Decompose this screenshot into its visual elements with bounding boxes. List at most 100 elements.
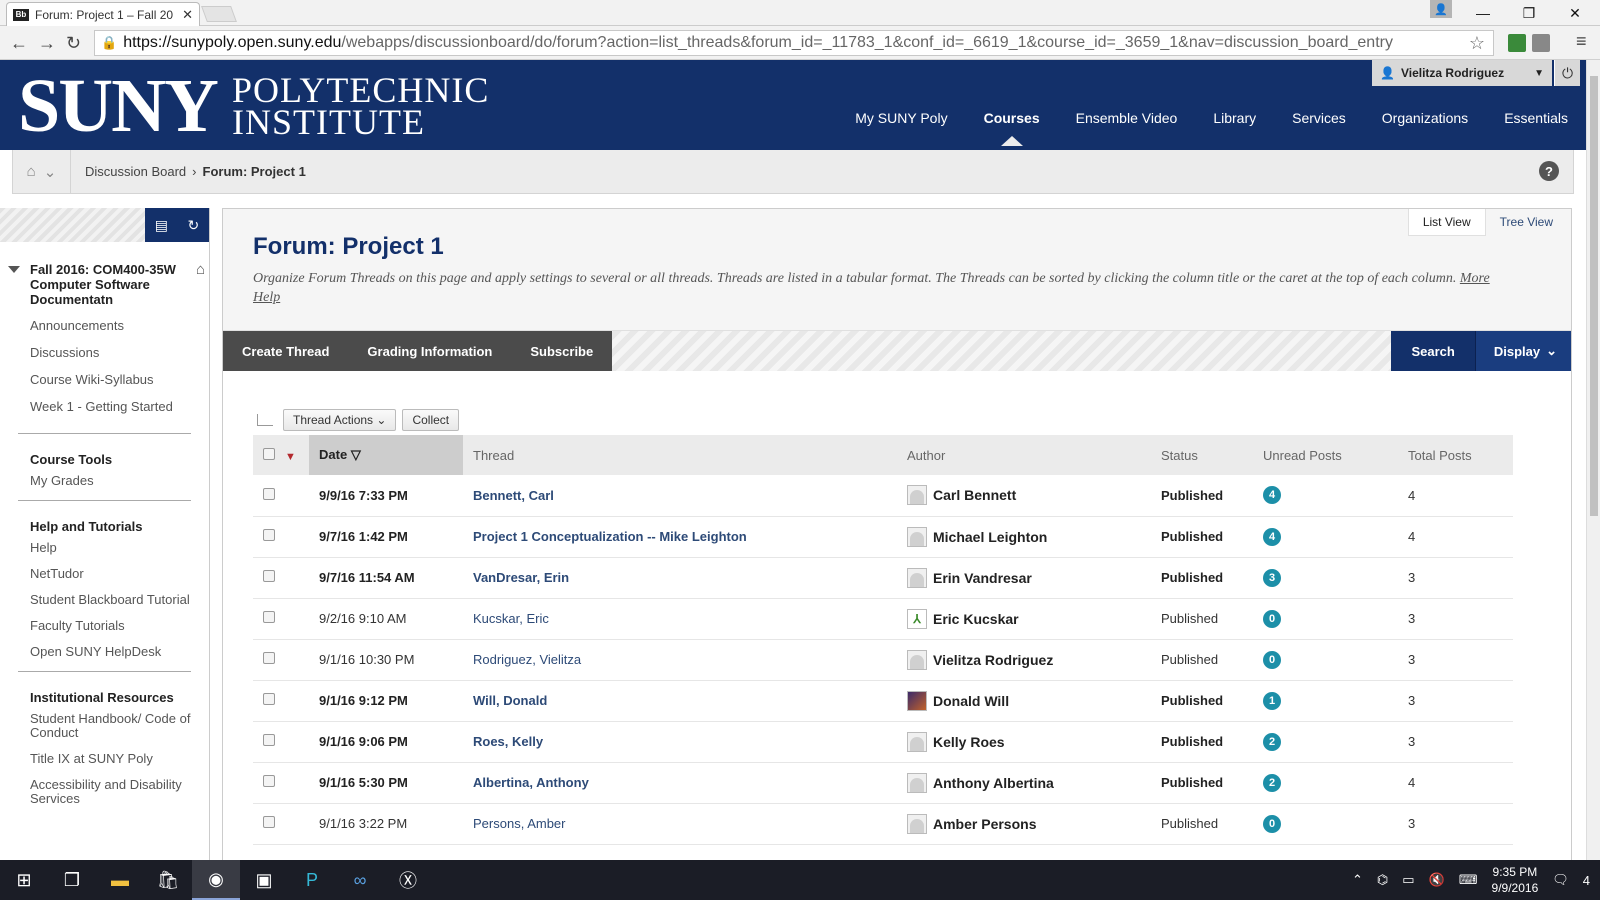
xbox-icon[interactable]: Ⓧ — [384, 860, 432, 900]
flag-header[interactable]: ▼ — [281, 435, 309, 475]
task-view-icon[interactable]: ❐ — [48, 860, 96, 900]
collapse-triangle-icon[interactable] — [8, 266, 20, 273]
row-checkbox[interactable] — [263, 652, 275, 664]
unread-badge[interactable]: 2 — [1263, 732, 1281, 751]
row-thread-link[interactable]: Will, Donald — [463, 680, 897, 722]
row-thread-link[interactable]: Persons, Amber — [463, 803, 897, 845]
row-thread-link[interactable]: Bennett, Carl — [463, 475, 897, 517]
tab-tree-view[interactable]: Tree View — [1486, 209, 1567, 236]
network-icon[interactable]: ⌬ — [1377, 872, 1388, 888]
visual-studio-icon[interactable]: ∞ — [336, 860, 384, 900]
course-home-icon[interactable]: ⌂ — [196, 262, 205, 277]
breadcrumb-discussion-board[interactable]: Discussion Board — [85, 164, 186, 179]
profile-icon[interactable]: 👤 — [1430, 0, 1452, 18]
suny-logo[interactable]: SUNY — [18, 68, 219, 144]
folder-view-icon[interactable]: ▤ — [155, 217, 168, 234]
thread-column-header[interactable]: Thread — [463, 435, 897, 475]
logout-power-icon[interactable]: ⏻ — [1554, 60, 1580, 86]
status-column-header[interactable]: Status — [1151, 435, 1253, 475]
chevron-down-circle-icon[interactable]: ⌄ — [44, 163, 57, 181]
sidebar-item-week-1[interactable]: Week 1 - Getting Started — [30, 400, 209, 427]
row-thread-link[interactable]: Roes, Kelly — [463, 721, 897, 763]
row-checkbox[interactable] — [263, 487, 275, 500]
nav-organizations[interactable]: Organizations — [1364, 110, 1486, 126]
file-explorer-icon[interactable]: ▬ — [96, 860, 144, 900]
volume-mute-icon[interactable]: 🔇 — [1429, 872, 1445, 888]
thread-actions-button[interactable]: Thread Actions ⌄ — [283, 409, 397, 431]
extension-icon[interactable] — [1508, 34, 1526, 52]
nav-library[interactable]: Library — [1195, 110, 1274, 126]
bookmark-star-icon[interactable]: ☆ — [1469, 33, 1485, 54]
pandora-icon[interactable]: P — [288, 860, 336, 900]
unread-badge[interactable]: 4 — [1263, 486, 1281, 505]
sidebar-item-help[interactable]: Help — [30, 541, 209, 555]
collect-button[interactable]: Collect — [402, 409, 460, 431]
new-tab-button[interactable] — [201, 6, 237, 22]
scrollbar-thumb[interactable] — [1590, 76, 1598, 516]
battery-icon[interactable]: ▭ — [1402, 872, 1414, 888]
app-icon[interactable]: ▣ — [240, 860, 288, 900]
row-thread-link[interactable]: VanDresar, Erin — [463, 557, 897, 599]
nav-my-suny-poly[interactable]: My SUNY Poly — [837, 110, 965, 126]
sidebar-heading-institutional[interactable]: Institutional Resources — [0, 672, 209, 710]
row-checkbox[interactable] — [263, 529, 275, 541]
grading-information-button[interactable]: Grading Information — [348, 344, 511, 359]
unread-badge[interactable]: 3 — [1263, 568, 1281, 587]
breadcrumb-home[interactable]: ⌂ ⌄ — [13, 150, 71, 193]
windows-start-icon[interactable]: ⊞ — [0, 860, 48, 900]
sidebar-item-course-wiki-syllabus[interactable]: Course Wiki-Syllabus — [30, 373, 209, 400]
chrome-icon[interactable]: ◉ — [192, 860, 240, 900]
row-checkbox[interactable] — [263, 611, 275, 623]
restore-icon[interactable]: ❐ — [1506, 0, 1552, 26]
unread-badge[interactable]: 4 — [1263, 527, 1281, 546]
sidebar-item-student-handbook[interactable]: Student Handbook/ Code of Conduct — [30, 712, 209, 740]
url-input[interactable]: 🔒 https://sunypoly.open.suny.edu/webapps… — [94, 30, 1494, 56]
keyboard-icon[interactable]: ⌨ — [1459, 872, 1478, 888]
page-scrollbar[interactable] — [1586, 60, 1600, 860]
clock[interactable]: 9:35 PM 9/9/2016 — [1492, 864, 1539, 896]
menu-icon[interactable]: ≡ — [1576, 32, 1587, 50]
course-title[interactable]: Fall 2016: COM400-35W Computer Software … — [0, 242, 209, 307]
nav-ensemble-video[interactable]: Ensemble Video — [1058, 110, 1196, 126]
row-checkbox[interactable] — [263, 775, 275, 787]
forward-icon[interactable]: → — [38, 34, 56, 52]
browser-tab[interactable]: Bb Forum: Project 1 – Fall 20 ✕ — [6, 2, 200, 26]
sidebar-item-helpdesk[interactable]: Open SUNY HelpDesk — [30, 645, 209, 659]
user-menu[interactable]: 👤 Vielitza Rodriguez ▼ — [1372, 60, 1552, 86]
search-button[interactable]: Search — [1391, 331, 1475, 371]
help-icon[interactable]: ? — [1539, 161, 1559, 181]
row-checkbox[interactable] — [263, 693, 275, 705]
unread-badge[interactable]: 0 — [1263, 650, 1281, 669]
unread-badge[interactable]: 2 — [1263, 773, 1281, 792]
unread-badge[interactable]: 0 — [1263, 814, 1281, 833]
row-checkbox[interactable] — [263, 570, 275, 582]
nav-courses[interactable]: Courses — [966, 110, 1058, 146]
store-icon[interactable]: 🛍 — [144, 860, 192, 900]
close-tab-icon[interactable]: ✕ — [182, 7, 193, 23]
nav-services[interactable]: Services — [1274, 110, 1364, 126]
row-checkbox[interactable] — [263, 734, 275, 746]
sidebar-item-accessibility[interactable]: Accessibility and Disability Services — [30, 778, 209, 806]
extension-2-icon[interactable] — [1532, 34, 1550, 52]
refresh-icon[interactable]: ↻ — [188, 217, 200, 234]
home-icon[interactable]: ⌂ — [27, 163, 36, 180]
reload-icon[interactable]: ↻ — [66, 34, 81, 52]
sidebar-item-my-grades[interactable]: My Grades — [30, 474, 209, 488]
row-thread-link[interactable]: Albertina, Anthony — [463, 762, 897, 804]
close-window-icon[interactable]: ✕ — [1552, 0, 1598, 26]
sidebar-item-announcements[interactable]: Announcements — [30, 319, 209, 346]
sidebar-item-discussions[interactable]: Discussions — [30, 346, 209, 373]
unread-badge[interactable]: 1 — [1263, 691, 1281, 710]
display-button[interactable]: Display ⌄ — [1474, 331, 1571, 371]
chevron-up-icon[interactable]: ⌃ — [1352, 872, 1363, 888]
sidebar-item-student-bb-tutorial[interactable]: Student Blackboard Tutorial — [30, 593, 209, 607]
row-thread-link[interactable]: Project 1 Conceptualization -- Mike Leig… — [463, 516, 897, 558]
minimize-icon[interactable]: — — [1460, 0, 1506, 26]
notifications-icon[interactable]: 🗨 — [1552, 872, 1569, 888]
sidebar-item-title-ix[interactable]: Title IX at SUNY Poly — [30, 752, 209, 766]
tab-list-view[interactable]: List View — [1407, 209, 1486, 236]
create-thread-button[interactable]: Create Thread — [223, 344, 348, 359]
author-column-header[interactable]: Author — [897, 435, 1151, 475]
sidebar-item-nettudor[interactable]: NetTudor — [30, 567, 209, 581]
nav-essentials[interactable]: Essentials — [1486, 110, 1586, 126]
